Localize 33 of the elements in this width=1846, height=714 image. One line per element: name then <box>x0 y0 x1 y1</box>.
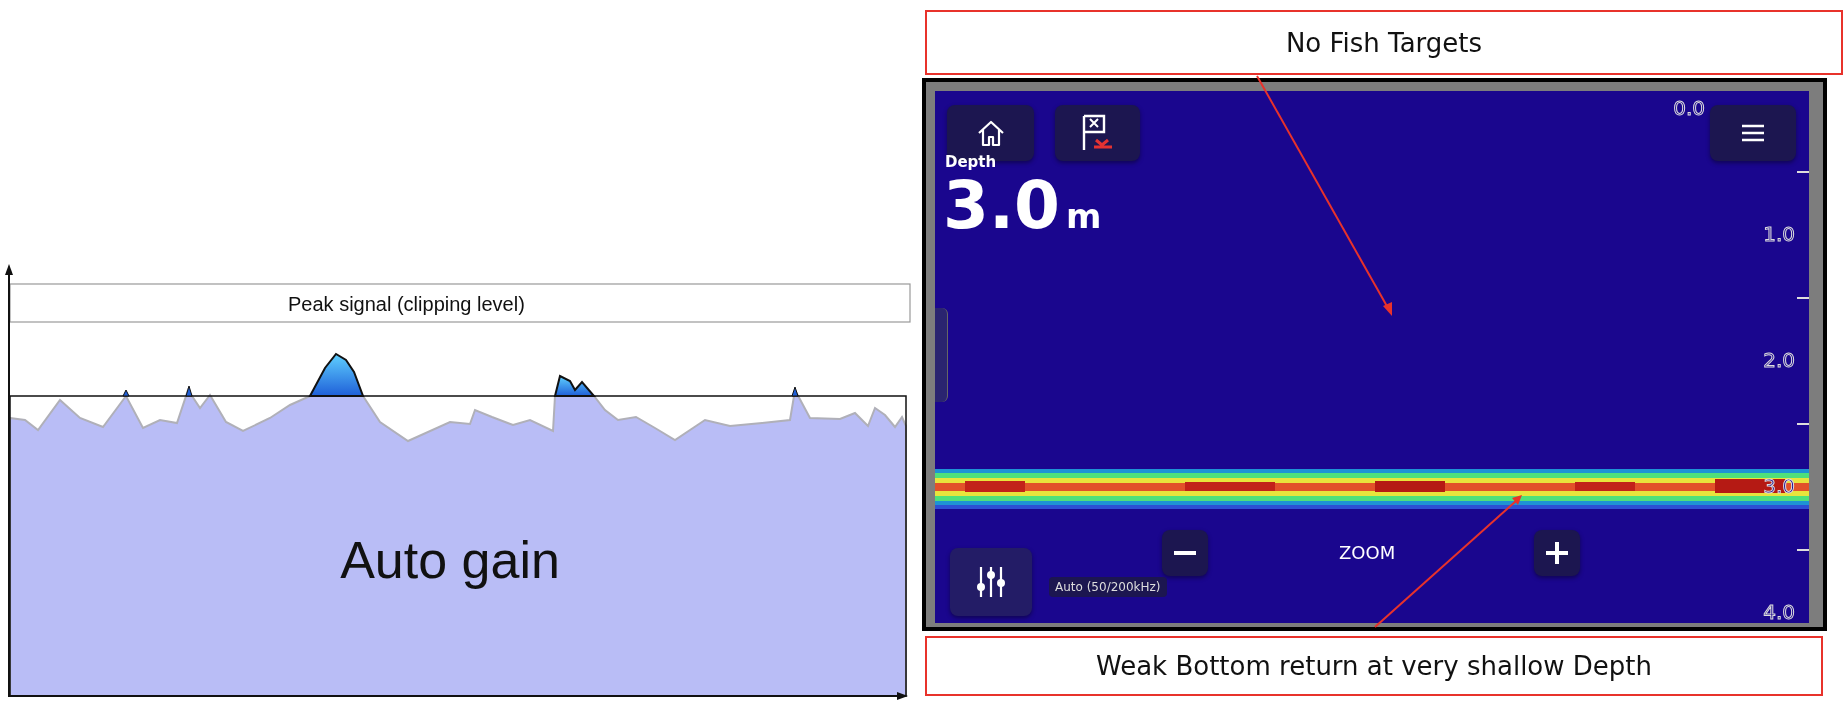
callout-text: No Fish Targets <box>1285 27 1483 58</box>
sliders-icon <box>974 565 1008 599</box>
spike <box>122 389 130 397</box>
zoom-label: ZOOM <box>1339 542 1396 563</box>
band-label: Peak signal (clipping level) <box>288 293 525 315</box>
depth-value: 3.0 <box>943 173 1060 239</box>
plus-icon <box>1545 541 1569 565</box>
depth-scale-label: 1.0 <box>1763 224 1795 244</box>
menu-icon <box>1741 123 1765 143</box>
area-label: Auto gain <box>340 531 560 589</box>
waypoint-button[interactable] <box>1055 105 1140 161</box>
frequency-label: Auto (50/200kHz) <box>1049 577 1167 597</box>
depth-scale-label: 3.0 <box>1763 476 1795 496</box>
tick-mark <box>1797 423 1809 425</box>
menu-button[interactable] <box>1710 105 1796 161</box>
depth-scale-label: 4.0 <box>1763 602 1795 622</box>
depth-scale-label: 0.0 <box>1673 98 1705 118</box>
depth-label: Depth <box>945 153 997 171</box>
zoom-in-button[interactable] <box>1534 530 1580 576</box>
settings-button[interactable] <box>950 548 1032 616</box>
clipped-peak <box>553 374 597 397</box>
minus-icon <box>1174 551 1196 555</box>
clipped-peak <box>308 352 365 397</box>
depth-unit: m <box>1065 199 1102 233</box>
spike <box>791 386 799 397</box>
zoom-out-button[interactable] <box>1162 530 1208 576</box>
tick-mark <box>1797 171 1809 173</box>
spike <box>185 385 193 397</box>
tick-mark <box>1797 549 1809 551</box>
depth-scale-label: 2.0 <box>1763 350 1795 370</box>
tick-mark <box>1797 297 1809 299</box>
callout-text: Weak Bottom return at very shallow Depth <box>1096 651 1652 681</box>
side-panel-handle[interactable] <box>935 308 948 402</box>
